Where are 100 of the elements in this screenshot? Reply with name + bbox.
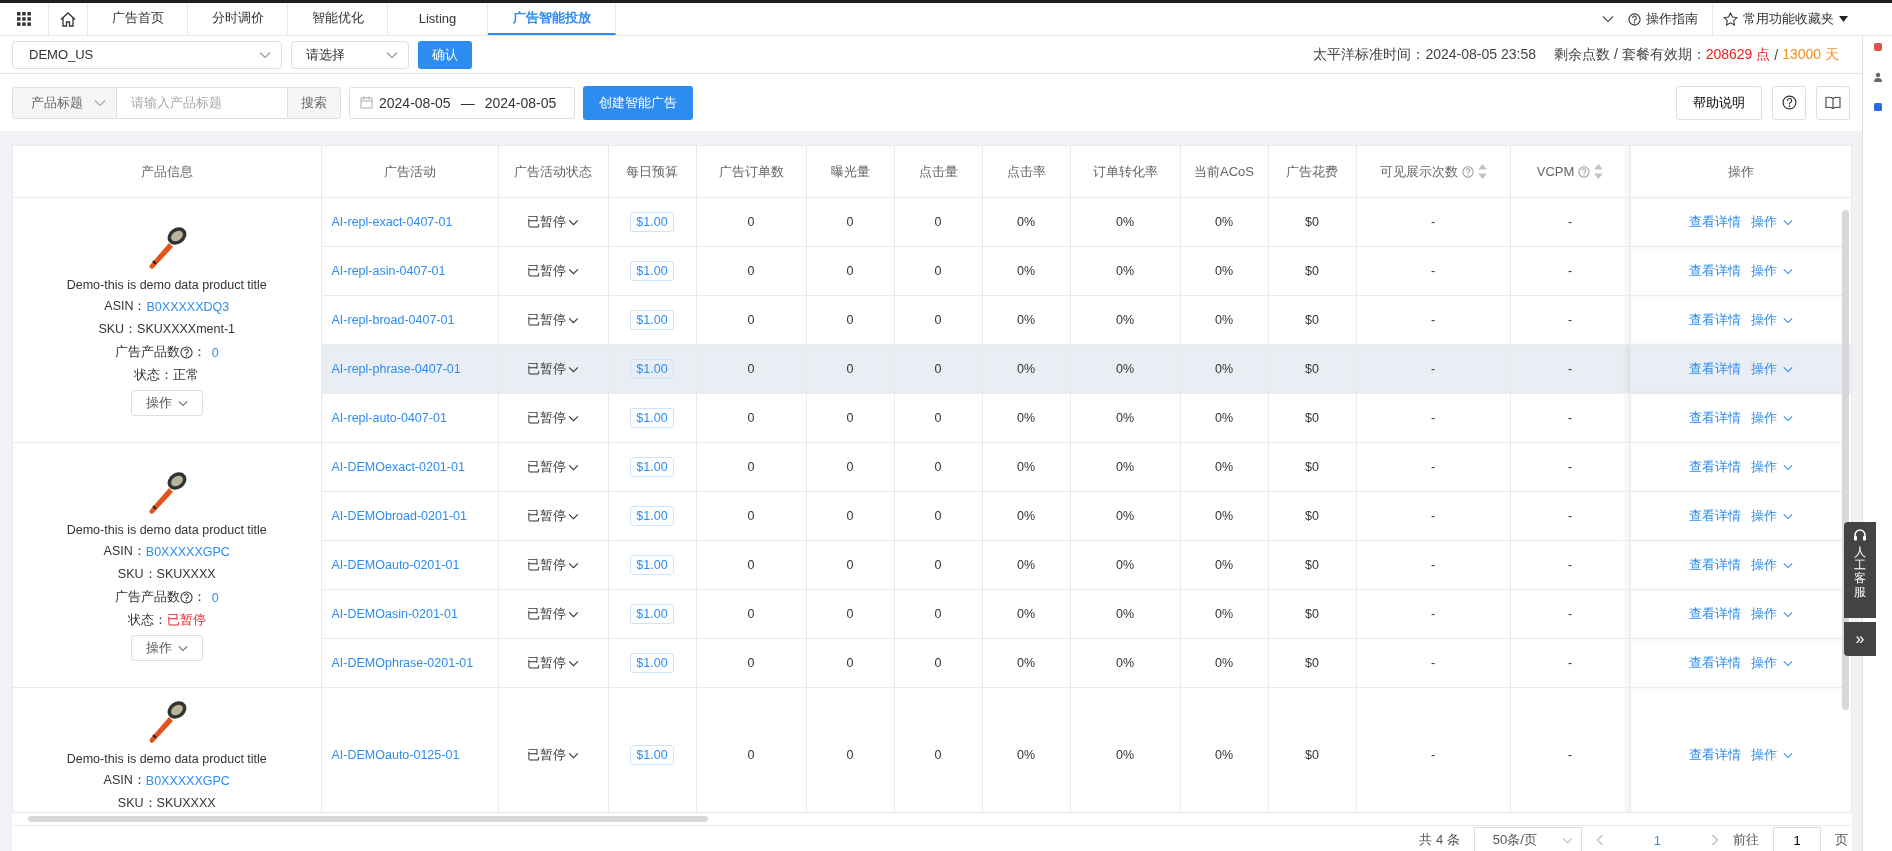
budget-tag[interactable]: $1.00 [630,745,674,765]
campaign-status-dropdown[interactable]: 已暂停 [527,654,579,672]
asin-link[interactable]: B0XXXXXGPC [145,773,230,788]
help-icon[interactable] [179,346,193,359]
search-field[interactable]: 请输入产品标题 [117,86,287,119]
campaign-link[interactable]: AI-DEMObroad-0201-01 [331,509,467,523]
details-link[interactable]: 查看详情 [1688,458,1741,476]
action-dropdown-link[interactable]: 操作 [1750,311,1793,329]
budget-tag[interactable]: $1.00 [630,212,674,232]
action-dropdown-link[interactable]: 操作 [1750,458,1793,476]
details-link[interactable]: 查看详情 [1688,262,1741,280]
asin-link[interactable]: B0XXXXXGPC [145,544,230,559]
table-cell: 0 [747,509,755,523]
campaign-link[interactable]: AI-repl-auto-0407-01 [331,411,447,425]
campaign-link[interactable]: AI-DEMOauto-0125-01 [331,748,460,762]
campaign-link[interactable]: AI-DEMOasin-0201-01 [331,607,458,621]
product-count-link[interactable]: 0 [211,590,219,605]
caret-icon[interactable] [1839,16,1848,22]
campaign-status-dropdown[interactable]: 已暂停 [527,605,579,623]
asin-link[interactable]: B0XXXXXDQ3 [146,299,230,314]
campaign-link[interactable]: AI-DEMOexact-0201-01 [331,460,465,474]
budget-tag[interactable]: $1.00 [630,457,674,477]
support-widget[interactable]: 人工客服 [1844,522,1876,618]
create-ad-button[interactable]: 创建智能广告 [583,85,693,120]
campaign-link[interactable]: AI-repl-exact-0407-01 [331,215,453,229]
campaign-status-dropdown[interactable]: 已暂停 [527,458,579,476]
details-link[interactable]: 查看详情 [1688,605,1741,623]
action-dropdown-link[interactable]: 操作 [1750,746,1793,764]
field-select[interactable]: 产品标题 [12,86,117,119]
campaign-status-dropdown[interactable]: 已暂停 [527,262,579,280]
action-dropdown-link[interactable]: 操作 [1750,213,1793,231]
star-icon[interactable] [1723,12,1738,26]
headset-icon [1852,528,1868,544]
action-dropdown-link[interactable]: 操作 [1750,654,1793,672]
column-header: VCPM [1536,164,1575,179]
date-range-field[interactable]: 2024-08-05 — 2024-08-05 [349,86,575,119]
budget-tag[interactable]: $1.00 [630,310,674,330]
action-dropdown-link[interactable]: 操作 [1750,262,1793,280]
budget-tag[interactable]: $1.00 [630,604,674,624]
details-link[interactable]: 查看详情 [1688,556,1741,574]
budget-tag[interactable]: $1.00 [630,408,674,428]
square-icon[interactable] [1872,102,1883,112]
table-cell: 0% [1214,362,1234,376]
details-link[interactable]: 查看详情 [1688,360,1741,378]
campaign-status-dropdown[interactable]: 已暂停 [527,409,579,427]
campaign-status-dropdown[interactable]: 已暂停 [527,311,579,329]
action-dropdown-button[interactable]: 操作 [130,390,203,416]
campaign-status-dropdown[interactable]: 已暂停 [527,556,579,574]
campaign-status-dropdown[interactable]: 已暂停 [527,746,579,764]
confirm-button[interactable]: 确认 [418,40,472,69]
chevron-down-icon[interactable] [1602,15,1614,23]
details-link[interactable]: 查看详情 [1688,213,1741,231]
details-link[interactable]: 查看详情 [1688,654,1741,672]
person-icon[interactable] [1872,72,1883,82]
nav-tab[interactable]: 广告智能投放 [488,3,616,35]
search-button[interactable]: 搜索 [287,86,341,119]
guide-link[interactable]: 操作指南 [1628,10,1698,28]
budget-tag[interactable]: $1.00 [630,506,674,526]
table-cell: - [1567,264,1573,278]
details-link[interactable]: 查看详情 [1688,409,1741,427]
chevron-down-icon [177,399,188,407]
colon-text: ： [192,344,206,361]
campaign-link[interactable]: AI-repl-broad-0407-01 [331,313,455,327]
help-icon[interactable] [1628,12,1641,26]
details-link[interactable]: 查看详情 [1688,507,1741,525]
details-link[interactable]: 查看详情 [1688,311,1741,329]
campaign-status-dropdown[interactable]: 已暂停 [527,507,579,525]
page-size-select[interactable]: 50条/页 [1473,827,1582,851]
action-dropdown-link[interactable]: 操作 [1750,556,1793,574]
campaign-link[interactable]: AI-repl-asin-0407-01 [331,264,446,278]
collapse-button[interactable]: » [1844,622,1876,656]
budget-tag[interactable]: $1.00 [630,359,674,379]
action-dropdown-link[interactable]: 操作 [1750,507,1793,525]
campaign-status-dropdown[interactable]: 已暂停 [527,213,579,231]
product-count-link[interactable]: 0 [211,345,219,360]
book-icon[interactable] [1816,85,1850,120]
option-select[interactable]: 请选择 [291,40,409,69]
store-select[interactable]: DEMO_US [12,40,282,69]
campaign-link[interactable]: AI-DEMOphrase-0201-01 [331,656,474,670]
action-dropdown-button[interactable]: 操作 [130,635,203,661]
favorites-menu[interactable]: 常用功能收藏夹 [1712,3,1848,35]
budget-tag[interactable]: $1.00 [630,555,674,575]
page-input[interactable]: 1 [1773,827,1821,851]
action-dropdown-link[interactable]: 操作 [1750,605,1793,623]
support-label[interactable]: 人工客服 [1854,546,1866,599]
column-header: 产品信息 [140,162,193,181]
help-icon[interactable] [179,591,193,604]
asin-label: ASIN： [104,298,147,315]
budget-tag[interactable]: $1.00 [630,261,674,281]
action-dropdown-link[interactable]: 操作 [1750,360,1793,378]
table-cell: 0% [1115,748,1135,762]
help-button[interactable]: 帮助说明 [1676,85,1762,120]
campaign-link[interactable]: AI-DEMOauto-0201-01 [331,558,460,572]
details-link[interactable]: 查看详情 [1688,746,1741,764]
budget-tag[interactable]: $1.00 [630,653,674,673]
table-cell: 0 [747,264,755,278]
horizontal-scrollbar[interactable] [28,816,708,822]
page-number[interactable]: 1 [1653,832,1661,848]
campaign-status-dropdown[interactable]: 已暂停 [527,360,579,378]
action-dropdown-link[interactable]: 操作 [1750,409,1793,427]
